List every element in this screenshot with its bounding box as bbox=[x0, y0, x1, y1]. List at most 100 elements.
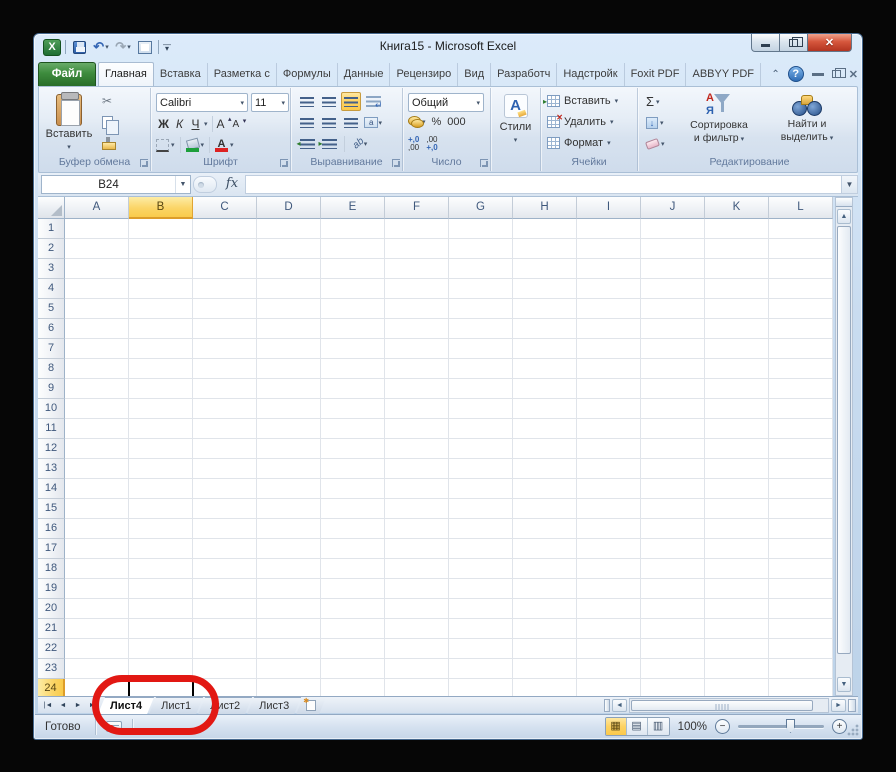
last-sheet-button[interactable]: ►| bbox=[86, 699, 100, 712]
accounting-format-button[interactable]: ▾ bbox=[408, 116, 426, 128]
align-top-button[interactable] bbox=[297, 92, 317, 111]
minimize-button[interactable] bbox=[751, 34, 780, 52]
format-painter-button[interactable] bbox=[99, 134, 122, 152]
page-break-view-button[interactable]: ▥ bbox=[648, 718, 669, 735]
next-sheet-button[interactable]: ► bbox=[71, 699, 85, 712]
first-sheet-button[interactable]: |◄ bbox=[41, 699, 55, 712]
increase-decimal-button[interactable]: +,0,00 bbox=[408, 136, 419, 152]
clear-button[interactable]: ▾ bbox=[646, 135, 665, 152]
sheet-tab-list1[interactable]: Лист1 bbox=[149, 697, 203, 714]
row-header[interactable]: 10 bbox=[38, 399, 65, 419]
horizontal-scroll-thumb[interactable] bbox=[631, 700, 813, 711]
scroll-left-button[interactable]: ◄ bbox=[612, 699, 627, 712]
macro-record-icon[interactable] bbox=[106, 721, 122, 732]
row-header[interactable]: 17 bbox=[38, 539, 65, 559]
sheet-tab-list2[interactable]: Лист2 bbox=[198, 697, 252, 714]
zoom-in-button[interactable]: + bbox=[832, 719, 847, 734]
column-header[interactable]: G bbox=[449, 197, 513, 219]
chevron-down-icon[interactable]: ▾ bbox=[204, 120, 208, 128]
row-header[interactable]: 19 bbox=[38, 579, 65, 599]
formula-input[interactable] bbox=[245, 175, 841, 194]
row-header[interactable]: 1 bbox=[38, 219, 65, 239]
restore-button[interactable] bbox=[780, 34, 808, 52]
percent-style-button[interactable]: % bbox=[432, 116, 442, 128]
column-header[interactable]: F bbox=[385, 197, 449, 219]
copy-button[interactable]: ▾ bbox=[99, 113, 122, 131]
orientation-button[interactable]: ab▾ bbox=[350, 134, 370, 153]
row-header[interactable]: 2 bbox=[38, 239, 65, 259]
workbook-close-icon[interactable]: ✕ bbox=[849, 68, 858, 81]
close-button[interactable]: ✕ bbox=[808, 34, 852, 52]
bold-button[interactable]: Ж bbox=[156, 117, 171, 131]
find-select-button[interactable]: Найти и выделить ▾ bbox=[768, 92, 846, 145]
insert-sheet-button[interactable] bbox=[296, 697, 326, 714]
expand-formula-bar-button[interactable]: ▼ bbox=[841, 175, 858, 194]
row-header[interactable]: 11 bbox=[38, 419, 65, 439]
page-layout-view-button[interactable]: ▤ bbox=[627, 718, 648, 735]
help-icon[interactable]: ? bbox=[788, 66, 804, 82]
column-header[interactable]: J bbox=[641, 197, 705, 219]
autosum-button[interactable]: Σ▾ bbox=[646, 93, 665, 110]
font-name-select[interactable]: Calibri▾ bbox=[156, 93, 248, 112]
cells-area[interactable] bbox=[65, 219, 833, 696]
row-header[interactable]: 15 bbox=[38, 499, 65, 519]
scroll-right-button[interactable]: ► bbox=[831, 699, 846, 712]
paste-button[interactable]: Вставить ▾ bbox=[44, 92, 94, 156]
row-header[interactable]: 12 bbox=[38, 439, 65, 459]
zoom-slider-thumb[interactable] bbox=[786, 719, 795, 733]
ribbon-tab[interactable]: Надстройк bbox=[557, 63, 624, 86]
row-header[interactable]: 22 bbox=[38, 639, 65, 659]
vertical-scrollbar[interactable]: ▲ ▼ bbox=[835, 197, 853, 696]
row-header[interactable]: 24 bbox=[38, 679, 65, 696]
fill-button[interactable]: ↓▾ bbox=[646, 114, 665, 131]
ribbon-tab[interactable]: Рецензиро bbox=[390, 63, 458, 86]
ribbon-tab[interactable]: Вставка bbox=[154, 63, 208, 86]
vertical-split-box[interactable] bbox=[848, 699, 856, 712]
column-header[interactable]: I bbox=[577, 197, 641, 219]
row-header[interactable]: 16 bbox=[38, 519, 65, 539]
sheet-tab-list3[interactable]: Лист3 bbox=[247, 697, 301, 714]
column-header[interactable]: H bbox=[513, 197, 577, 219]
ribbon-tab[interactable]: Разработч bbox=[491, 63, 557, 86]
prev-sheet-button[interactable]: ◄ bbox=[56, 699, 70, 712]
cut-button[interactable]: ✂ bbox=[99, 92, 122, 110]
dialog-launcher-icon[interactable] bbox=[392, 159, 400, 167]
align-middle-button[interactable] bbox=[319, 92, 339, 111]
wrap-text-button[interactable] bbox=[363, 92, 383, 111]
sheet-tab-list4[interactable]: Лист4 bbox=[98, 697, 154, 714]
name-box[interactable]: B24 ▼ bbox=[41, 175, 191, 194]
tab-file[interactable]: Файл bbox=[38, 62, 96, 86]
insert-function-button[interactable]: fx bbox=[219, 175, 245, 194]
chevron-down-icon[interactable]: ▾ bbox=[230, 141, 234, 149]
row-header[interactable]: 14 bbox=[38, 479, 65, 499]
column-header[interactable]: D bbox=[257, 197, 321, 219]
row-header[interactable]: 4 bbox=[38, 279, 65, 299]
decrease-decimal-button[interactable]: ,00+,0 bbox=[426, 136, 437, 152]
ribbon-tab[interactable]: Данные bbox=[338, 63, 391, 86]
number-format-select[interactable]: Общий▾ bbox=[408, 93, 484, 112]
fill-color-button[interactable] bbox=[186, 139, 199, 152]
grow-font-button[interactable]: А▴ bbox=[217, 117, 232, 131]
dialog-launcher-icon[interactable] bbox=[140, 159, 148, 167]
insert-cells-button[interactable]: Вставить▾ bbox=[547, 92, 618, 110]
chevron-down-icon[interactable]: ▼ bbox=[175, 176, 190, 193]
row-header[interactable]: 21 bbox=[38, 619, 65, 639]
delete-cells-button[interactable]: Удалить▾ bbox=[547, 113, 618, 131]
column-header[interactable]: B bbox=[129, 197, 193, 219]
row-header[interactable]: 23 bbox=[38, 659, 65, 679]
scroll-up-button[interactable]: ▲ bbox=[837, 209, 851, 224]
row-header[interactable]: 3 bbox=[38, 259, 65, 279]
font-size-select[interactable]: 11▾ bbox=[251, 93, 289, 112]
zoom-slider[interactable] bbox=[738, 725, 824, 728]
shrink-font-button[interactable]: А▾ bbox=[233, 119, 247, 130]
styles-button[interactable]: А Стили ▾ bbox=[495, 90, 536, 169]
worksheet-grid[interactable]: ABCDEFGHIJKL 123456789101112131415161718… bbox=[38, 197, 833, 696]
row-header[interactable]: 9 bbox=[38, 379, 65, 399]
increase-indent-button[interactable] bbox=[319, 134, 339, 153]
ribbon-tab[interactable]: Разметка с bbox=[208, 63, 277, 86]
dialog-launcher-icon[interactable] bbox=[480, 159, 488, 167]
decrease-indent-button[interactable] bbox=[297, 134, 317, 153]
align-bottom-button[interactable] bbox=[341, 92, 361, 111]
ribbon-tab[interactable]: Foxit PDF bbox=[625, 63, 687, 86]
italic-button[interactable]: К bbox=[172, 117, 187, 131]
